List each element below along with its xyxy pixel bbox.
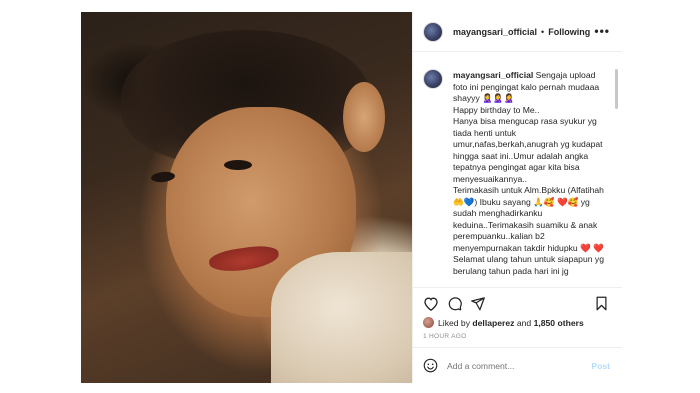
caption-line-3: Hanya bisa mengucap rasa syukur yg tiada… — [453, 116, 603, 184]
caption-avatar[interactable] — [423, 69, 443, 89]
post-comment-button[interactable]: Post — [591, 361, 610, 371]
heart-icon[interactable] — [423, 296, 439, 311]
likes-conjunction: and — [516, 317, 532, 328]
profile-avatar[interactable] — [423, 21, 443, 42]
liker-avatar[interactable] — [423, 317, 434, 328]
likes-count[interactable]: 1,850 others — [534, 318, 584, 328]
liker-username[interactable]: dellaperez — [472, 318, 514, 328]
header-separator: • — [541, 26, 545, 37]
post-timestamp[interactable]: 1 HOUR AGO — [423, 333, 466, 340]
following-button[interactable]: Following — [548, 27, 590, 37]
caption-text: mayangsari_official Sengaja upload foto … — [453, 70, 611, 277]
comment-input[interactable] — [447, 360, 587, 371]
caption-username[interactable]: mayangsari_official — [453, 70, 533, 80]
post-header: mayangsari_official • Following ••• — [413, 12, 622, 52]
post-photo[interactable] — [81, 12, 412, 383]
caption-area: mayangsari_official Sengaja upload foto … — [413, 53, 622, 283]
more-options-icon[interactable]: ••• — [594, 24, 610, 38]
photo-eye-left — [224, 160, 252, 170]
post-side-panel: mayangsari_official • Following ••• maya… — [412, 12, 622, 383]
share-icon[interactable] — [470, 296, 486, 311]
caption-scrollbar[interactable] — [615, 69, 618, 109]
emoji-icon[interactable] — [423, 358, 438, 373]
action-bar — [413, 287, 622, 315]
instagram-post: mayangsari_official • Following ••• maya… — [81, 12, 622, 383]
caption-line-2: Happy birthday to Me.. — [453, 104, 540, 115]
likes-prefix: Liked by — [438, 317, 471, 328]
caption-line-5: Selamat ulang tahun untuk siapapun yg be… — [453, 254, 604, 276]
photo-collar — [271, 252, 412, 383]
bookmark-icon[interactable] — [594, 296, 609, 311]
header-username[interactable]: mayangsari_official — [453, 27, 537, 37]
comment-box: Post — [413, 347, 622, 383]
likes-summary: Liked by dellaperez and 1,850 others — [423, 317, 584, 328]
comment-icon[interactable] — [447, 296, 463, 311]
photo-ear — [343, 82, 385, 152]
caption-line-4: Terimakasih untuk Alm.Bpkku (Alfatihah 🤲… — [453, 185, 604, 253]
